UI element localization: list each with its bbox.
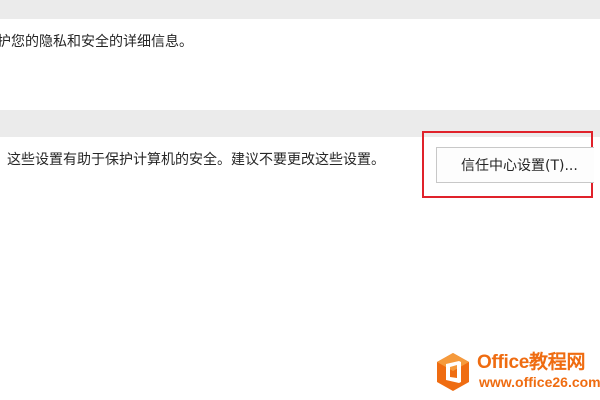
watermark-name: Office教程网 [477, 352, 586, 373]
privacy-description: 护您的隐私和安全的详细信息。 [0, 34, 193, 50]
section-header-band-top [0, 0, 600, 19]
watermark-url: www.office26.com [479, 374, 600, 390]
trust-center-settings-button[interactable]: 信任中心设置(T)... [436, 147, 594, 183]
watermark: Office教程网 www.office26.com [435, 350, 600, 398]
office-logo-icon [437, 353, 469, 391]
trust-center-description: 这些设置有助于保护计算机的安全。建议不要更改这些设置。 [7, 152, 385, 168]
